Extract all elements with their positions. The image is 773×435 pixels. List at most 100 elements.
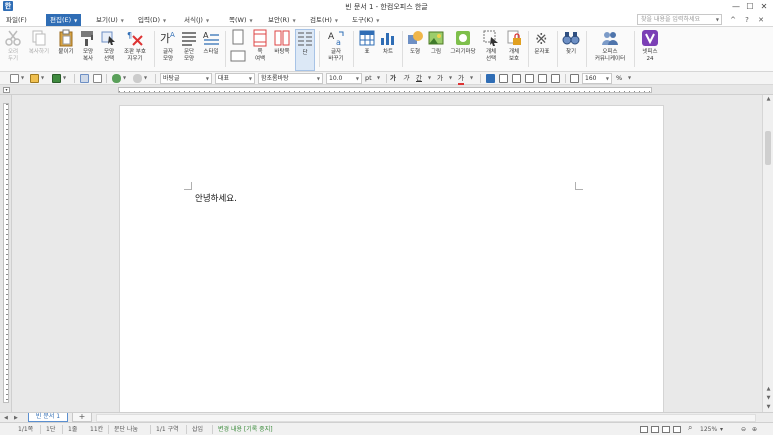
format-select-button[interactable]: 모양 선택 xyxy=(99,29,119,71)
columns-button[interactable]: 단 xyxy=(295,29,315,71)
cut-button[interactable]: 오려 두기 xyxy=(3,29,23,71)
tab-document-1[interactable]: 빈 문서 1 xyxy=(28,413,68,422)
align-center-icon[interactable] xyxy=(512,74,521,83)
style-button[interactable]: A 스타일 xyxy=(200,29,222,71)
ribbon-collapse-button[interactable]: ^ xyxy=(727,15,739,26)
replace-chars-button[interactable]: Aa 글자 바꾸기 xyxy=(322,29,350,71)
menu-edit[interactable]: 편집(E) ▼ xyxy=(46,14,82,26)
menu-review[interactable]: 검토(H) ▼ xyxy=(306,14,342,26)
menu-insert[interactable]: 입력(D) ▼ xyxy=(134,14,170,26)
chevron-down-icon[interactable]: ▼ xyxy=(144,75,147,80)
menu-view[interactable]: 보기(U) ▼ xyxy=(92,14,128,26)
page-margin-button[interactable]: 쪽 여백 xyxy=(250,29,270,71)
undo-icon[interactable] xyxy=(112,74,121,83)
document-page[interactable]: 안녕하세요. xyxy=(119,105,664,412)
scroll-thumb[interactable] xyxy=(765,131,771,165)
chevron-down-icon[interactable]: ▼ xyxy=(628,75,631,80)
font-size-input[interactable]: 10.0 ▼ xyxy=(326,73,362,84)
ruler-toggle-button[interactable]: ▾ xyxy=(3,87,10,93)
ribbon-close-button[interactable]: ✕ xyxy=(755,15,767,26)
font-select[interactable]: 함초롬바탕 ▼ xyxy=(258,73,323,84)
align-right-icon[interactable] xyxy=(525,74,534,83)
paragraph-shape-button[interactable]: 문단 모양 xyxy=(179,29,199,71)
underline-button[interactable]: 간 xyxy=(416,74,422,83)
tab-prev-icon[interactable]: ◀ xyxy=(4,414,8,422)
chevron-down-icon[interactable]: ▼ xyxy=(63,75,66,80)
format-copy-button[interactable]: 모양 복사 xyxy=(78,29,98,71)
status-insert-mode[interactable]: 삽입 xyxy=(192,425,203,434)
horizontal-ruler-scale[interactable] xyxy=(118,87,652,93)
picture-button[interactable]: 그림 xyxy=(426,29,446,71)
open-folder-icon[interactable] xyxy=(30,74,39,83)
page-up-icon[interactable]: ▲ xyxy=(763,385,773,394)
menu-file[interactable]: 파일(F) xyxy=(2,14,31,26)
save-icon[interactable] xyxy=(52,74,61,83)
chevron-down-icon[interactable]: ▼ xyxy=(123,75,126,80)
language-select[interactable]: 대표 ▼ xyxy=(215,73,255,84)
italic-button[interactable]: 가 xyxy=(403,74,409,83)
remove-layout-codes-button[interactable]: ¶ 조판 부호 지우기 xyxy=(120,29,150,71)
horizontal-scrollbar[interactable] xyxy=(96,414,756,422)
master-page-button[interactable]: 바탕쪽 xyxy=(271,29,293,71)
bold-button[interactable]: 가 xyxy=(390,74,396,83)
align-left-icon[interactable] xyxy=(499,74,508,83)
symbols-button[interactable]: ※ 문자표 xyxy=(531,29,553,71)
scroll-down-icon[interactable]: ▼ xyxy=(763,403,773,412)
line-spacing-icon[interactable] xyxy=(570,74,579,83)
table-button[interactable]: 표 xyxy=(357,29,377,71)
drawing-board-button[interactable]: 그리기마당 xyxy=(447,29,479,71)
menu-security[interactable]: 보안(R) ▼ xyxy=(264,14,300,26)
horizontal-ruler[interactable] xyxy=(0,85,773,95)
status-track-changes[interactable]: 변경 내용 [기록 중지] xyxy=(218,425,273,434)
copy-button[interactable]: 복사하기 xyxy=(25,29,53,71)
zoom-magnifier-icon[interactable]: ⌕ xyxy=(688,423,692,432)
object-protect-button[interactable]: 개체 보호 xyxy=(503,29,525,71)
highlight-color-button[interactable]: 가 xyxy=(458,74,464,85)
netffice24-button[interactable]: 넷피스 24 xyxy=(638,29,662,71)
shape-button[interactable]: 도형 xyxy=(405,29,425,71)
menu-tools[interactable]: 도구(K) ▼ xyxy=(348,14,383,26)
menu-format[interactable]: 서식(J) ▼ xyxy=(180,14,213,26)
print-icon[interactable] xyxy=(80,74,89,83)
status-zoom[interactable]: 125% xyxy=(700,425,717,434)
chevron-down-icon[interactable]: ▼ xyxy=(428,75,431,80)
office-communicator-button[interactable]: 오피스 커뮤니케이터 xyxy=(590,29,630,71)
vertical-ruler-scale[interactable] xyxy=(3,103,9,403)
document-text[interactable]: 안녕하세요. xyxy=(195,192,237,204)
align-distribute-icon[interactable] xyxy=(538,74,547,83)
zoom-out-icon[interactable]: ⊖ xyxy=(741,425,746,434)
chart-button[interactable]: 차트 xyxy=(378,29,398,71)
align-justify-icon[interactable] xyxy=(486,74,495,83)
tab-next-icon[interactable]: ▶ xyxy=(14,414,18,422)
close-window-button[interactable]: ✕ xyxy=(757,0,771,13)
chevron-down-icon[interactable]: ▾ xyxy=(720,425,723,434)
char-shape-button[interactable]: 가A 글자 모양 xyxy=(158,29,178,71)
chevron-down-icon[interactable]: ▼ xyxy=(21,75,24,80)
char-color-button[interactable]: 가 xyxy=(437,74,443,83)
find-button[interactable]: 찾기 xyxy=(560,29,582,71)
search-input[interactable]: 찾을 내용을 입력하세요 ▼ xyxy=(637,14,722,25)
chevron-down-icon[interactable]: ▼ xyxy=(470,75,473,80)
chevron-down-icon[interactable]: ▼ xyxy=(41,75,44,80)
page-down-icon[interactable]: ▼ xyxy=(763,394,773,403)
web-view-icon[interactable] xyxy=(673,426,681,433)
help-button[interactable]: ? xyxy=(741,15,753,26)
normal-view-icon[interactable] xyxy=(640,426,648,433)
style-select[interactable]: 바탕글 ▼ xyxy=(160,73,212,84)
new-document-icon[interactable] xyxy=(10,74,19,83)
add-tab-button[interactable]: + xyxy=(72,413,92,422)
vertical-ruler[interactable] xyxy=(0,95,12,412)
page-view-icon[interactable] xyxy=(651,426,659,433)
minimize-button[interactable]: — xyxy=(729,0,743,13)
zoom-input[interactable]: 160 ▼ xyxy=(582,73,612,84)
redo-icon[interactable] xyxy=(133,74,142,83)
two-page-view-icon[interactable] xyxy=(662,426,670,433)
menu-page[interactable]: 쪽(W) ▼ xyxy=(225,14,257,26)
zoom-in-icon[interactable]: ⊕ xyxy=(752,425,757,434)
scroll-up-icon[interactable]: ▲ xyxy=(763,95,773,104)
preview-icon[interactable] xyxy=(93,74,102,83)
object-select-button[interactable]: 개체 선택 xyxy=(481,29,501,71)
align-divide-icon[interactable] xyxy=(551,74,560,83)
chevron-down-icon[interactable]: ▼ xyxy=(449,75,452,80)
chevron-down-icon[interactable]: ▼ xyxy=(377,75,380,80)
